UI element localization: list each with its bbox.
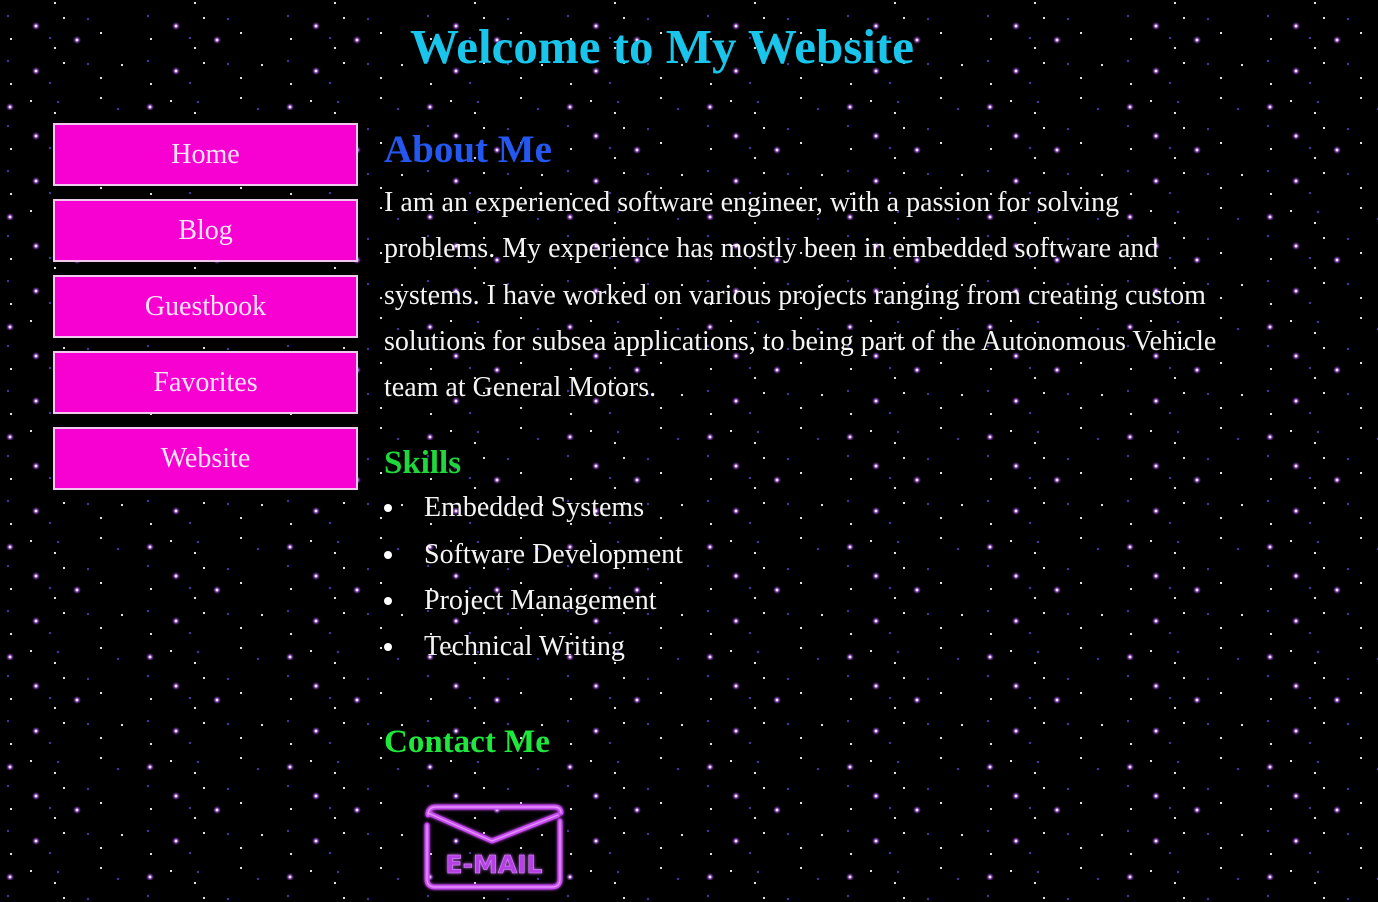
skill-item: Technical Writing	[384, 624, 1234, 670]
skill-item: Embedded Systems	[384, 485, 1234, 531]
page-title: Welcome to My Website	[410, 19, 914, 74]
about-heading: About Me	[384, 128, 552, 171]
contact-heading: Contact Me	[384, 724, 550, 760]
envelope-neon-icon: E-MAIL	[424, 804, 564, 890]
nav-button-blog[interactable]: Blog	[53, 199, 358, 262]
skill-item: Project Management	[384, 578, 1234, 624]
skills-heading: Skills	[384, 445, 462, 482]
bullet-icon	[384, 504, 392, 513]
sidebar-nav: Home Blog Guestbook Favorites Website	[53, 123, 358, 503]
nav-button-guestbook[interactable]: Guestbook	[53, 275, 358, 338]
bullet-icon	[384, 643, 392, 652]
email-link[interactable]: E-MAIL	[422, 801, 566, 893]
about-paragraph: I am an experienced software engineer, w…	[384, 187, 1217, 404]
skill-item: Software Development	[384, 532, 1234, 578]
bullet-icon	[384, 597, 392, 606]
nav-button-website[interactable]: Website	[53, 427, 358, 490]
skills-list: Embedded Systems Software Development Pr…	[384, 485, 1234, 670]
skill-label: Project Management	[424, 585, 657, 617]
email-icon-label: E-MAIL	[446, 850, 543, 879]
nav-button-home[interactable]: Home	[53, 123, 358, 186]
bullet-icon	[384, 550, 392, 559]
nav-button-favorites[interactable]: Favorites	[53, 351, 358, 414]
main-content: About Me I am an experienced software en…	[384, 124, 1234, 671]
skill-label: Embedded Systems	[424, 492, 645, 524]
skill-label: Software Development	[424, 538, 683, 570]
skill-label: Technical Writing	[424, 631, 625, 663]
